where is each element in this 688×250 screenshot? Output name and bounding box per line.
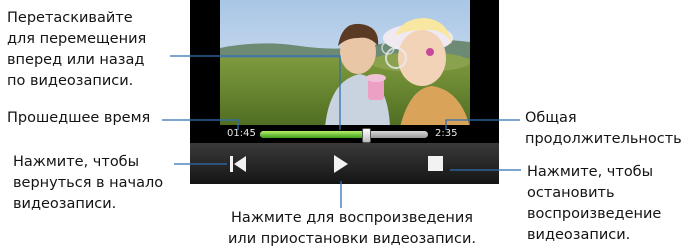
drag-leader-line xyxy=(170,55,341,130)
total-leader-line xyxy=(445,119,520,130)
elapsed-leader-line xyxy=(162,119,239,130)
callout-leader-lines xyxy=(162,55,521,208)
